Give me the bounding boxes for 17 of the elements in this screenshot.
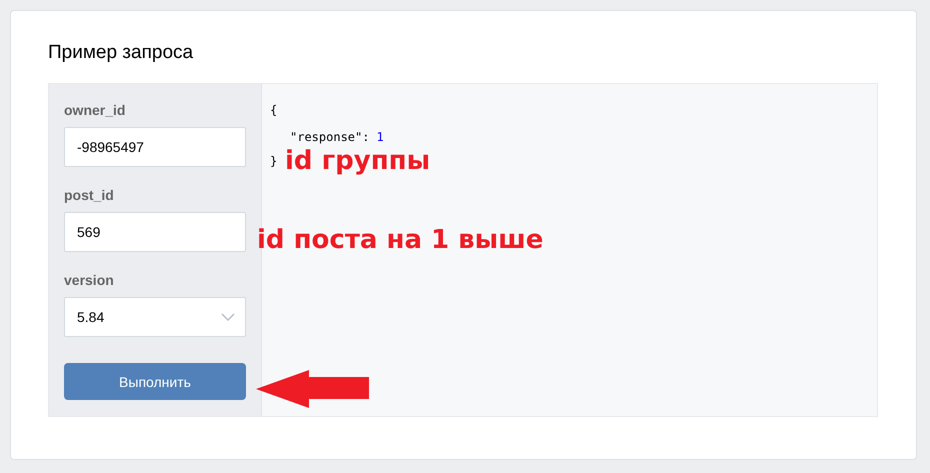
version-select[interactable]: 5.84	[64, 297, 246, 337]
param-label: post_id	[64, 187, 115, 203]
input-field[interactable]: 569	[64, 212, 246, 252]
code-brace: }	[270, 153, 278, 170]
param-label: owner_id	[64, 102, 126, 118]
arrow-icon	[256, 370, 370, 408]
code-colon: :	[362, 129, 370, 146]
annotation-text: id поста на 1 выше	[257, 227, 544, 253]
code-brace: {	[270, 102, 278, 119]
input-field[interactable]: -98965497	[64, 127, 246, 167]
code-key: "response"	[290, 125, 362, 149]
code-number: 1	[376, 129, 384, 146]
card-title: Пример запроса	[48, 41, 194, 65]
param-label: version	[64, 272, 115, 288]
annotation-text: id группы	[285, 148, 430, 174]
run-button[interactable]: Выполнить	[64, 363, 246, 400]
chevron-down-icon	[221, 313, 235, 321]
